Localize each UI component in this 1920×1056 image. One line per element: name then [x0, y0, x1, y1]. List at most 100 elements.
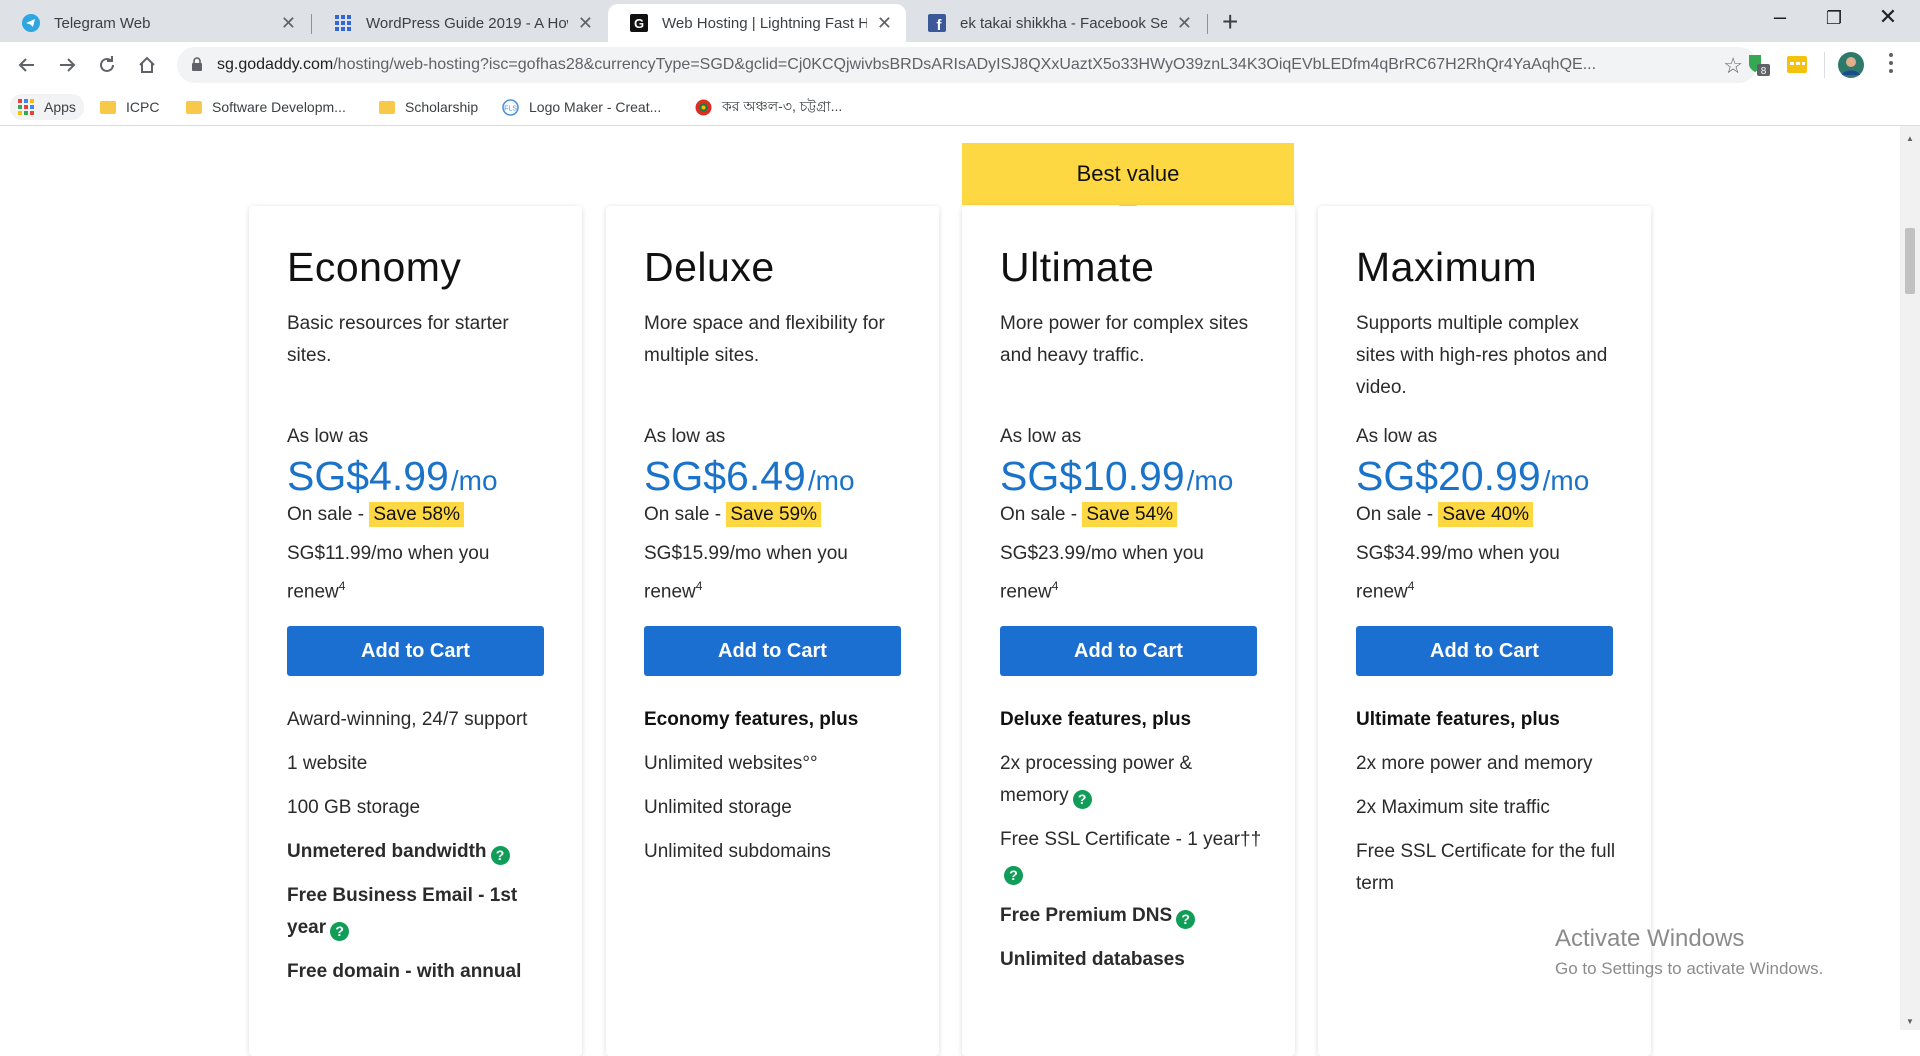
feature-item: Unlimited databases	[1000, 944, 1262, 976]
feature-text: Free domain - with annual	[287, 961, 522, 982]
address-bar[interactable]: sg.godaddy.com/hosting/web-hosting?isc=g…	[177, 47, 1757, 83]
features-heading: Economy features, plus	[644, 709, 859, 730]
feature-item: Free domain - with annual	[287, 956, 549, 988]
add-to-cart-button[interactable]: Add to Cart	[1356, 626, 1613, 676]
add-to-cart-button[interactable]: Add to Cart	[1000, 626, 1257, 676]
new-tab-button[interactable]: +	[1222, 6, 1238, 38]
feature-text: Unlimited storage	[644, 797, 792, 818]
restore-icon[interactable]: ❐	[1814, 8, 1854, 29]
bookmarks-bar: Apps ICPC Software Developm... Scholarsh…	[0, 88, 1920, 126]
close-window-icon[interactable]: ✕	[1868, 4, 1908, 30]
bookmark-tax-zone[interactable]: কর অঞ্চল-৩, চট্টগ্রা...	[695, 94, 842, 120]
close-tab-icon[interactable]: ✕	[578, 13, 593, 34]
bookmark-star-icon[interactable]: ☆	[1723, 53, 1743, 79]
bookmark-label: কর অঞ্চল-৩, চট্টগ্রা...	[722, 98, 843, 114]
bookmark-scholarship[interactable]: Scholarship	[379, 94, 478, 120]
add-to-cart-button[interactable]: Add to Cart	[287, 626, 544, 676]
on-sale-label: On sale -	[1000, 504, 1083, 525]
bookmark-software-development[interactable]: Software Developm...	[186, 94, 346, 120]
tab-web-hosting[interactable]: G Web Hosting | Lightning Fast Ho ✕	[608, 4, 906, 42]
url-host: sg.godaddy.com	[217, 56, 334, 73]
reload-icon[interactable]	[92, 50, 122, 80]
feature-item: 2x Maximum site traffic	[1356, 792, 1618, 824]
feature-item: Unlimited websites°°	[644, 748, 906, 780]
plan-price: SG$20.99/mo	[1356, 453, 1589, 500]
features-heading: Deluxe features, plus	[1000, 709, 1192, 730]
bookmark-label: Apps	[44, 99, 76, 115]
price-period: /mo	[450, 465, 498, 496]
save-badge: Save 59%	[726, 502, 821, 527]
browser-toolbar: sg.godaddy.com/hosting/web-hosting?isc=g…	[0, 42, 1920, 88]
on-sale-label: On sale -	[287, 504, 370, 525]
feature-text: Unlimited databases	[1000, 949, 1185, 970]
forward-icon[interactable]	[52, 50, 82, 80]
renewal-text: SG$15.99/mo when you renew	[644, 543, 848, 603]
tab-wordpress-guide[interactable]: WordPress Guide 2019 - A How t ✕	[312, 4, 607, 42]
close-tab-icon[interactable]: ✕	[877, 13, 892, 34]
tab-telegram[interactable]: Telegram Web ✕	[0, 4, 310, 42]
add-to-cart-button[interactable]: Add to Cart	[644, 626, 901, 676]
scroll-up-icon[interactable]: ▲	[1906, 134, 1914, 143]
tab-facebook-search[interactable]: f ek takai shikkha - Facebook Sear ✕	[906, 4, 1206, 42]
feature-text: 2x more power and memory	[1356, 753, 1593, 774]
plan-description: More space and flexibility for multiple …	[644, 313, 885, 366]
as-low-as-label: As low as	[1356, 426, 1438, 447]
save-badge: Save 54%	[1082, 502, 1177, 527]
logo-maker-icon: FLS	[502, 98, 519, 116]
price-period: /mo	[1542, 465, 1590, 496]
feature-list: Award-winning, 24/7 support 1 website 10…	[287, 704, 549, 1000]
feature-item: 100 GB storage	[287, 792, 549, 824]
renewal-price: SG$15.99/mo when you renew4	[644, 538, 884, 608]
bookmark-apps[interactable]: Apps	[10, 94, 84, 120]
tab-title: Telegram Web	[54, 14, 151, 32]
lock-icon[interactable]	[191, 57, 203, 77]
home-icon[interactable]	[132, 50, 162, 80]
watermark-title: Activate Windows	[1555, 925, 1745, 952]
menu-kebab-icon[interactable]	[1888, 52, 1902, 78]
renewal-text: SG$11.99/mo when you renew	[287, 543, 490, 603]
shield-extension-icon[interactable]: 8	[1745, 52, 1771, 78]
scroll-down-icon[interactable]: ▼	[1906, 1017, 1914, 1026]
feature-text: 2x processing power & memory	[1000, 753, 1193, 806]
feature-text: 2x Maximum site traffic	[1356, 797, 1550, 818]
feature-list: Deluxe features, plus 2x processing powe…	[1000, 704, 1262, 988]
plan-name: Maximum	[1356, 244, 1538, 290]
renewal-price: SG$34.99/mo when you renew4	[1356, 538, 1596, 608]
help-question-icon[interactable]: ?	[1176, 910, 1196, 929]
help-question-icon[interactable]: ?	[330, 922, 350, 941]
help-question-icon[interactable]: ?	[490, 846, 510, 865]
help-question-icon[interactable]: ?	[1072, 790, 1092, 809]
close-tab-icon[interactable]: ✕	[281, 13, 296, 34]
close-tab-icon[interactable]: ✕	[1177, 13, 1192, 34]
feature-item: Unlimited subdomains	[644, 836, 906, 868]
minimize-icon[interactable]: –	[1760, 4, 1800, 30]
bookmark-logo-maker[interactable]: FLS Logo Maker - Creat...	[502, 94, 661, 120]
bookmark-label: Logo Maker - Creat...	[529, 99, 662, 115]
bookmark-label: Software Developm...	[212, 99, 346, 115]
price-amount: SG$6.49	[644, 453, 806, 499]
profile-avatar[interactable]	[1838, 52, 1864, 78]
feature-text: 1 website	[287, 753, 368, 774]
back-icon[interactable]	[12, 50, 42, 80]
feature-text: Free SSL Certificate - 1 year††	[1000, 829, 1262, 850]
tab-title: WordPress Guide 2019 - A How t	[366, 14, 568, 32]
tab-separator	[1207, 14, 1208, 34]
bookmark-label: Scholarship	[405, 99, 479, 115]
plan-name: Deluxe	[644, 244, 775, 290]
plan-price: SG$10.99/mo	[1000, 453, 1233, 500]
help-question-icon[interactable]: ?	[1004, 866, 1023, 885]
on-sale-label: On sale -	[1356, 504, 1439, 525]
bookmark-icpc[interactable]: ICPC	[100, 94, 159, 120]
plan-name: Ultimate	[1000, 244, 1155, 290]
feature-item: Free SSL Certificate for the full term	[1356, 836, 1618, 900]
note-extension-icon[interactable]	[1785, 52, 1811, 78]
feature-item: 1 website	[287, 748, 549, 780]
feature-text: Unlimited websites°°	[644, 753, 818, 774]
toolbar-divider	[1824, 52, 1825, 78]
scrollbar-thumb[interactable]	[1905, 228, 1915, 294]
tab-title: Web Hosting | Lightning Fast Ho	[662, 14, 867, 32]
bookmark-label: ICPC	[126, 99, 160, 115]
page-scrollbar[interactable]: ▲ ▼	[1900, 126, 1920, 1030]
feature-list: Ultimate features, plus 2x more power an…	[1356, 704, 1618, 912]
plan-card-economy: Economy Basic resources for starter site…	[249, 206, 582, 1056]
